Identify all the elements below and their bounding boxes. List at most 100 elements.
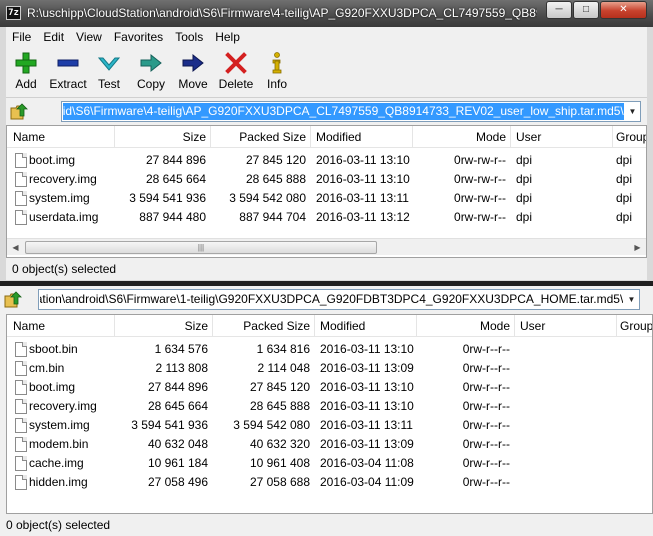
menu-view[interactable]: View (70, 27, 108, 48)
extract-button[interactable]: Extract (46, 48, 90, 98)
cell-packed-size: 3 594 542 080 (229, 191, 306, 205)
cell-packed-size: 27 845 120 (249, 380, 310, 394)
table-row[interactable]: userdata.img 887 944 480 887 944 704 2016-0… (7, 208, 646, 227)
test-button[interactable]: Test (94, 48, 124, 98)
status-text: 0 object(s) selected (12, 262, 117, 276)
cell-size: 28 645 664 (145, 172, 206, 186)
table-row[interactable]: recovery.img 28 645 664 28 645 888 2016-03-… (7, 397, 652, 416)
title-bar[interactable]: 7z R:\uschipp\CloudStation\android\S6\Fi… (0, 0, 653, 27)
cell-packed-size: 887 944 704 (239, 210, 306, 224)
cell-name: hidden.img (29, 475, 88, 489)
scroll-left-icon[interactable]: ◀ (7, 239, 24, 256)
close-button[interactable]: ✕ (600, 1, 647, 19)
table-row[interactable]: hidden.img 27 058 496 27 058 688 2016-03-04… (7, 473, 652, 492)
column-mode[interactable]: Mode (413, 126, 511, 148)
cell-size: 2 113 808 (155, 361, 209, 375)
move-arrow-icon (182, 53, 204, 73)
path-combobox-2[interactable]: R:\uschipp\CloudStation\android\S6\Firmw… (38, 289, 640, 310)
table-row[interactable]: boot.img 27 844 896 27 845 120 2016-03-11 1… (7, 378, 652, 397)
scroll-right-icon[interactable]: ▶ (629, 239, 646, 256)
cell-packed-size: 40 632 320 (249, 437, 310, 451)
status-text: 0 object(s) selected (6, 518, 111, 532)
cell-packed-size: 28 645 888 (245, 172, 306, 186)
cell-modified: 2016-03-11 13:10 (320, 380, 414, 394)
cell-size: 40 632 048 (147, 437, 208, 451)
delete-button[interactable]: Delete (216, 48, 256, 98)
cell-modified: 2016-03-11 13:09 (320, 361, 414, 375)
table-row[interactable]: boot.img 27 844 896 27 845 120 2016-03-11 1… (7, 151, 646, 170)
cell-mode: 0rw-r--r-- (462, 361, 510, 375)
cell-modified: 2016-03-11 13:11 (320, 418, 413, 432)
table-row[interactable]: cm.bin 2 113 808 2 114 048 2016-03-11 13:09… (7, 359, 652, 378)
column-name[interactable]: Name (7, 126, 115, 148)
archive-window-1: 7z R:\uschipp\CloudStation\android\S6\Fi… (0, 0, 653, 281)
cell-name: system.img (29, 418, 90, 432)
scrollbar-thumb[interactable]: ||| (25, 241, 377, 254)
test-label: Test (97, 77, 120, 91)
cell-mode: 0rw-r--r-- (462, 475, 510, 489)
cell-name: system.img (29, 191, 90, 205)
column-name[interactable]: Name (7, 315, 115, 337)
7zip-app-icon[interactable]: 7z (6, 6, 21, 20)
cell-mode: 0rw-r--r-- (462, 437, 510, 451)
cell-size: 1 634 576 (154, 342, 208, 356)
move-button[interactable]: Move (176, 48, 210, 98)
column-user[interactable]: User (515, 315, 617, 337)
column-group[interactable]: Group (613, 126, 646, 148)
cell-group: dpi (616, 191, 633, 205)
chevron-down-icon[interactable]: ▼ (625, 102, 640, 121)
column-modified[interactable]: Modified (311, 126, 413, 148)
info-label: Info (266, 77, 287, 91)
delete-label: Delete (218, 77, 254, 91)
menu-bar: File Edit View Favorites Tools Help (6, 27, 647, 48)
menu-favorites[interactable]: Favorites (108, 27, 169, 48)
cell-modified: 2016-03-04 11:09 (320, 475, 414, 489)
minimize-button[interactable]: ─ (546, 1, 572, 19)
cell-user: dpi (516, 172, 533, 186)
menu-tools[interactable]: Tools (169, 27, 209, 48)
copy-arrow-icon (140, 53, 162, 73)
column-size[interactable]: Size (115, 126, 211, 148)
address-bar-2: R:\uschipp\CloudStation\android\S6\Firmw… (0, 286, 653, 313)
horizontal-scrollbar[interactable]: ◀ ||| ▶ (7, 238, 646, 255)
delete-x-icon (225, 52, 247, 74)
column-modified[interactable]: Modified (315, 315, 417, 337)
cell-packed-size: 2 114 048 (257, 361, 311, 375)
cell-user: dpi (516, 153, 533, 167)
column-group[interactable]: Group (617, 315, 652, 337)
menu-file[interactable]: File (6, 27, 37, 48)
archive-window-2: R:\uschipp\CloudStation\android\S6\Firmw… (0, 286, 653, 536)
cell-modified: 2016-03-11 13:09 (320, 437, 414, 451)
cell-modified: 2016-03-11 13:12 (316, 210, 410, 224)
maximize-button[interactable]: □ (573, 1, 599, 19)
table-row[interactable]: recovery.img 28 645 664 28 645 888 2016-03-… (7, 170, 646, 189)
column-packed-size[interactable]: Packed Size (211, 126, 311, 148)
column-header-row: Name Size Packed Size Modified Mode User… (7, 126, 646, 148)
menu-edit[interactable]: Edit (37, 27, 70, 48)
path-input-2[interactable]: R:\uschipp\CloudStation\android\S6\Firmw… (40, 291, 623, 308)
chevron-down-icon[interactable]: ▼ (624, 290, 639, 309)
column-mode[interactable]: Mode (417, 315, 515, 337)
column-size[interactable]: Size (115, 315, 213, 337)
cell-size: 27 058 496 (147, 475, 208, 489)
cell-modified: 2016-03-11 13:11 (316, 191, 409, 205)
menu-help[interactable]: Help (209, 27, 246, 48)
table-row[interactable]: system.img 3 594 541 936 3 594 542 080 2016… (7, 189, 646, 208)
cell-name: cm.bin (29, 361, 65, 375)
table-row[interactable]: cache.img 10 961 184 10 961 408 2016-03-04 … (7, 454, 652, 473)
cell-group: dpi (616, 153, 633, 167)
info-button[interactable]: Info (262, 48, 292, 98)
path-combobox[interactable]: R:\uschipp\CloudStation\android\S6\Firmw… (61, 101, 641, 122)
column-user[interactable]: User (511, 126, 613, 148)
folder-up-icon[interactable] (4, 291, 22, 308)
folder-up-icon[interactable] (10, 103, 28, 120)
table-row[interactable]: sboot.bin 1 634 576 1 634 816 2016-03-11 13… (7, 340, 652, 359)
cell-name: recovery.img (29, 399, 97, 413)
path-input[interactable]: R:\uschipp\CloudStation\android\S6\Firmw… (63, 103, 624, 120)
table-row[interactable]: modem.bin 40 632 048 40 632 320 2016-03-11 … (7, 435, 652, 454)
add-button[interactable]: Add (8, 48, 44, 98)
copy-button[interactable]: Copy (134, 48, 168, 98)
cell-name: sboot.bin (29, 342, 78, 356)
table-row[interactable]: system.img 3 594 541 936 3 594 542 080 2016… (7, 416, 652, 435)
column-packed-size[interactable]: Packed Size (213, 315, 315, 337)
